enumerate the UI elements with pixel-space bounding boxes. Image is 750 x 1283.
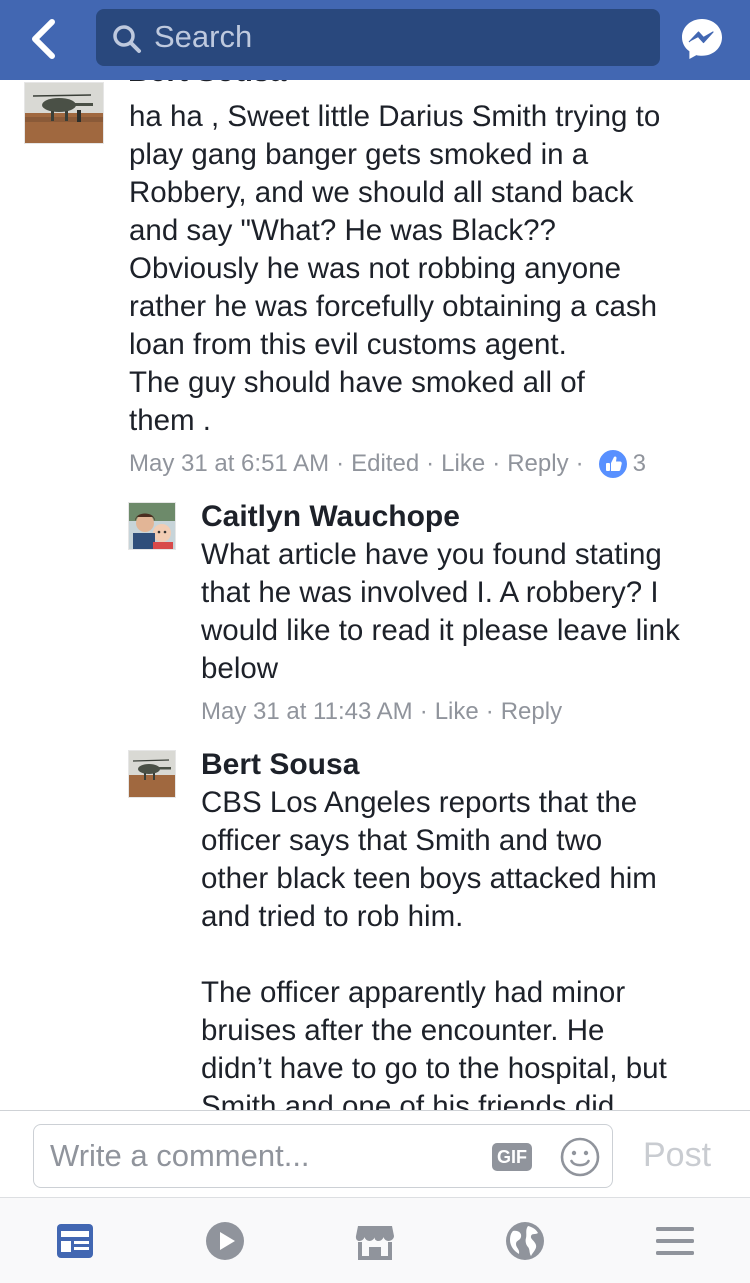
- search-placeholder: Search: [154, 19, 253, 54]
- like-button[interactable]: Like: [441, 449, 485, 479]
- notifications-globe-icon[interactable]: [504, 1220, 546, 1262]
- comment-author-name[interactable]: Bert Sousa: [128, 80, 286, 91]
- thumbs-up-icon: [605, 456, 622, 471]
- comment-input[interactable]: Write a comment... GIF: [33, 1124, 613, 1188]
- messenger-button[interactable]: [679, 16, 725, 62]
- search-icon: [113, 25, 141, 53]
- comment-timestamp[interactable]: May 31 at 6:51 AM: [129, 449, 329, 479]
- avatar[interactable]: [128, 750, 176, 798]
- comment-text: What article have you found stating that…: [201, 538, 680, 685]
- comment-meta: May 31 at 11:43 AM · Like · Reply: [201, 697, 563, 727]
- back-chevron-icon: [32, 19, 55, 59]
- video-icon[interactable]: [204, 1220, 246, 1262]
- reaction-count[interactable]: 3: [633, 449, 646, 479]
- gif-button[interactable]: GIF: [492, 1143, 532, 1171]
- comment-author-name[interactable]: Caitlyn Wauchope: [201, 498, 460, 536]
- emoji-icon[interactable]: [559, 1136, 601, 1178]
- comment-composer: Write a comment... GIF Post: [0, 1110, 750, 1198]
- avatar-photo-helicopter: [129, 751, 175, 797]
- news-feed-icon[interactable]: [54, 1220, 96, 1262]
- back-button[interactable]: [22, 14, 66, 64]
- comment-timestamp[interactable]: May 31 at 11:43 AM: [201, 697, 413, 727]
- reply-button[interactable]: Reply: [501, 697, 562, 727]
- top-navigation-bar: Search: [0, 0, 750, 80]
- comment-text: CBS Los Angeles reports that the officer…: [201, 786, 667, 1110]
- comment-author-name[interactable]: Bert Sousa: [201, 746, 359, 784]
- comment-placeholder: Write a comment...: [50, 1138, 310, 1173]
- like-button[interactable]: Like: [435, 697, 479, 727]
- avatar[interactable]: [24, 82, 104, 144]
- avatar[interactable]: [128, 502, 176, 550]
- post-button[interactable]: Post: [643, 1135, 711, 1175]
- comments-thread: Bert Sousa ha ha , Sweet little Darius S…: [0, 80, 750, 1110]
- comment-edited-label[interactable]: Edited: [351, 449, 419, 479]
- like-reaction-icon[interactable]: [596, 448, 629, 480]
- avatar-photo-helicopter: [25, 83, 103, 143]
- comment-text: ha ha , Sweet little Darius Smith trying…: [129, 100, 661, 437]
- bottom-tab-bar: [0, 1198, 750, 1283]
- reply-button[interactable]: Reply: [507, 449, 568, 479]
- comment-meta: May 31 at 6:51 AM · Edited · Like · Repl…: [129, 448, 646, 480]
- menu-icon[interactable]: [654, 1220, 696, 1262]
- messenger-icon: [682, 19, 722, 59]
- avatar-photo-people: [129, 503, 175, 549]
- search-input[interactable]: Search: [96, 9, 660, 66]
- marketplace-icon[interactable]: [354, 1220, 396, 1262]
